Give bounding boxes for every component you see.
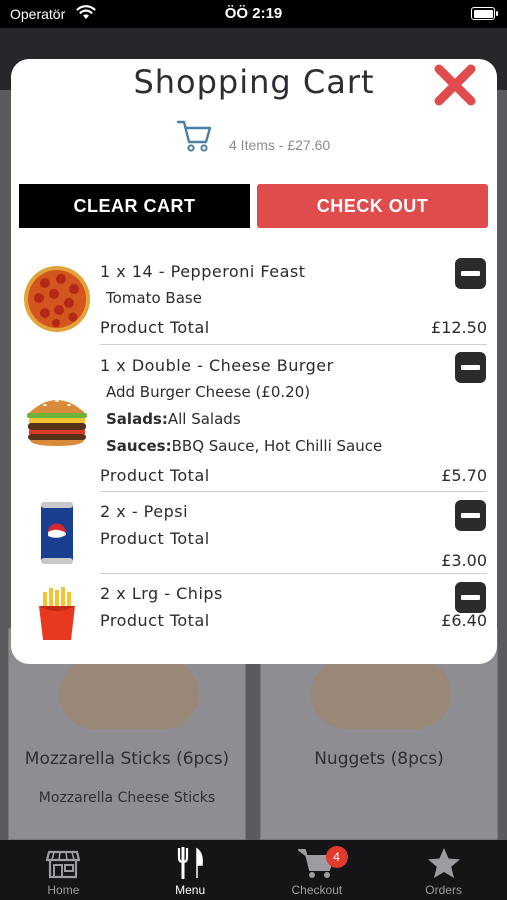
remove-item-button[interactable] <box>455 352 486 383</box>
tab-bar: Home Menu Checkout 4 Orders <box>0 840 507 900</box>
tab-menu[interactable]: Menu <box>127 840 254 900</box>
product-total-value: £3.00 <box>441 551 487 570</box>
pepsi-can-icon <box>41 502 73 564</box>
product-total-label: Product Total <box>100 318 210 337</box>
remove-item-button[interactable] <box>455 258 486 289</box>
item-title: 1 x 14 - Pepperoni Feast <box>100 262 306 281</box>
pizza-icon <box>24 266 90 332</box>
modal-title: Shopping Cart <box>133 63 375 101</box>
product-total-value: £12.50 <box>431 318 487 337</box>
cart-summary: 4 Items - £27.60 <box>176 119 396 153</box>
cart-item: 1 x 14 - Pepperoni Feast Tomato Base Pro… <box>11 255 497 343</box>
check-out-button[interactable]: CHECK OUT <box>257 184 488 228</box>
tab-orders[interactable]: Orders <box>380 840 507 900</box>
status-time: ÖÖ 2:19 <box>224 5 283 22</box>
tab-checkout[interactable]: Checkout 4 <box>254 840 381 900</box>
item-title: 1 x Double - Cheese Burger <box>100 356 334 375</box>
item-title: 2 x Lrg - Chips <box>100 584 223 603</box>
sauces-value: BBQ Sauce, Hot Chilli Sauce <box>171 437 383 455</box>
remove-item-button[interactable] <box>455 500 486 531</box>
item-modifier: Tomato Base <box>106 289 202 307</box>
cart-item-count-total: 4 Items - £27.60 <box>229 137 331 153</box>
cart-icon <box>176 120 212 152</box>
cart-item: 2 x Lrg - Chips Product Total £6.40 <box>11 574 497 654</box>
star-icon <box>427 848 460 878</box>
item-sauces: Sauces:BBQ Sauce, Hot Chilli Sauce <box>106 437 382 455</box>
nuggets-image <box>311 659 451 729</box>
sauces-label: Sauces: <box>106 437 172 455</box>
status-bar: Operatör ÖÖ 2:19 <box>0 0 507 28</box>
close-icon[interactable] <box>431 61 479 109</box>
fork-knife-icon <box>178 847 204 879</box>
product-total-value: £6.40 <box>441 611 487 630</box>
cart-item: 2 x - Pepsi Product Total £3.00 <box>11 492 497 572</box>
item-modifier: Add Burger Cheese (£0.20) <box>106 383 311 401</box>
background-card-title: Mozzarella Sticks (6pcs) <box>24 749 230 769</box>
tab-label: Orders <box>425 883 462 897</box>
product-total-label: Product Total <box>100 529 210 548</box>
battery-icon <box>471 7 498 20</box>
store-icon <box>46 850 81 879</box>
salads-label: Salads: <box>106 410 168 428</box>
product-total-label: Product Total <box>100 611 210 630</box>
mozzarella-sticks-image <box>59 659 199 729</box>
shopping-cart-modal: Shopping Cart 4 Items - £27.60 CLEAR CAR… <box>11 59 497 664</box>
background-card-subtitle: Mozzarella Cheese Sticks <box>38 790 216 806</box>
cart-count-badge: 4 <box>325 846 348 868</box>
tab-home[interactable]: Home <box>0 840 127 900</box>
tab-label: Checkout <box>291 883 343 897</box>
cart-item: 1 x Double - Cheese Burger Add Burger Ch… <box>11 345 497 491</box>
chips-icon <box>39 587 75 640</box>
background-card-title: Nuggets (8pcs) <box>314 749 444 769</box>
burger-icon <box>27 400 87 446</box>
item-salads: Salads:All Salads <box>106 410 241 428</box>
tab-label: Menu <box>175 883 206 897</box>
product-total-value: £5.70 <box>441 466 487 485</box>
tab-label: Home <box>47 883 80 897</box>
clear-cart-button[interactable]: CLEAR CART <box>19 184 250 228</box>
product-total-label: Product Total <box>100 466 210 485</box>
salads-value: All Salads <box>167 410 241 428</box>
item-title: 2 x - Pepsi <box>100 502 189 521</box>
remove-item-button[interactable] <box>455 582 486 613</box>
